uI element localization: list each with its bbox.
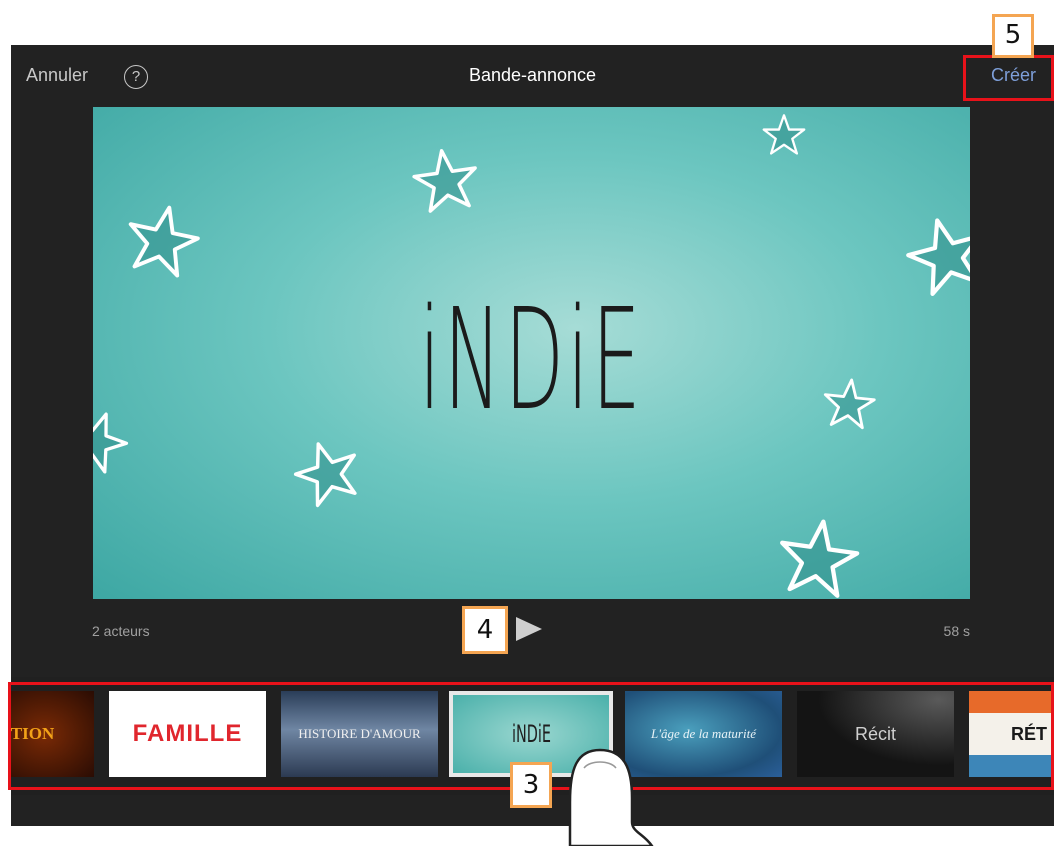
preview-title-text: iNDiE — [419, 279, 644, 442]
highlight-create — [963, 55, 1054, 101]
callout-5: 5 — [992, 14, 1034, 58]
callout-3: 3 — [510, 762, 552, 808]
finger-tap-icon — [568, 748, 654, 846]
page-title: Bande-annonce — [468, 65, 597, 85]
callout-4: 4 — [462, 606, 508, 654]
trailer-preview[interactable]: iNDiE — [93, 107, 970, 599]
play-icon[interactable] — [516, 617, 542, 641]
top-bar: Annuler ? Bande-annonce Créer — [11, 45, 1054, 107]
trailer-duration: 58 s — [943, 623, 970, 639]
cast-count: 2 acteurs — [92, 623, 150, 639]
